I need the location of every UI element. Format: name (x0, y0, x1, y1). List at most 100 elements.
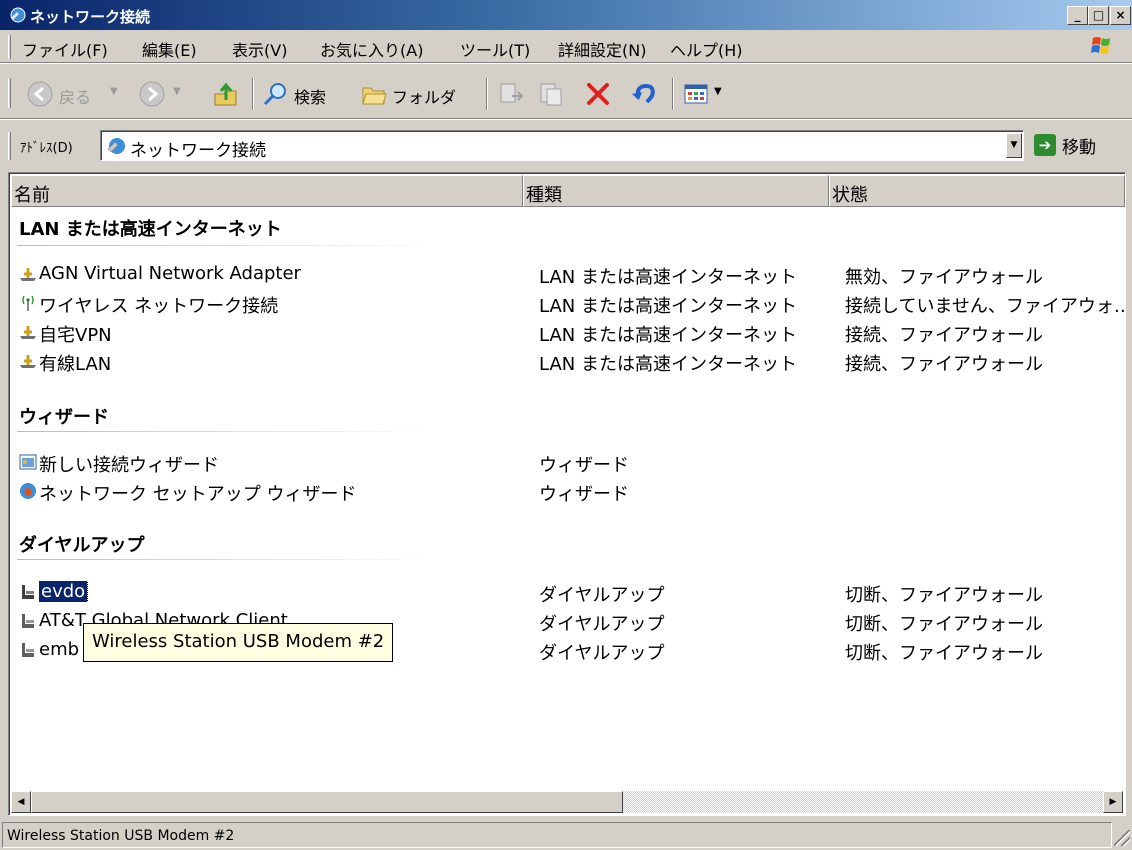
connection-type: LAN または高速インターネット (539, 296, 797, 317)
undo-icon (632, 83, 655, 104)
status-text: Wireless Station USB Modem #2 (2, 822, 1112, 848)
dialup-icon (22, 614, 34, 628)
folders-icon (362, 87, 387, 105)
wireless-icon (22, 295, 34, 311)
connection-row-wired-lan[interactable]: 有線LAN LAN または高速インターネット 接続、ファイアウォール (17, 347, 1123, 376)
column-header-type[interactable]: 種類 (523, 175, 829, 207)
network-globe-icon (10, 7, 26, 23)
connection-row-evdo[interactable]: evdo ダイヤルアップ 切断、ファイアウォール (17, 578, 1123, 607)
go-label: 移動 (1062, 138, 1096, 158)
connection-state: 切断、ファイアウォール (845, 585, 1043, 606)
lan-icon (20, 268, 36, 281)
menu-bar: ファイル(F) 編集(E) 表示(V) お気に入り(A) ツール(T) 詳細設定… (0, 30, 1132, 62)
menu-advanced[interactable]: 詳細設定(N) (558, 37, 646, 61)
undo-button[interactable] (630, 80, 660, 110)
address-label: ｱﾄﾞﾚｽ(D) (20, 141, 73, 156)
go-arrow-icon: ➔ (1034, 134, 1056, 156)
group-divider (17, 431, 437, 432)
back-button[interactable]: 戻る ▼ (26, 80, 146, 110)
forward-dropdown-icon[interactable]: ▼ (173, 86, 181, 97)
menu-bar-grip[interactable] (8, 35, 11, 59)
delete-button[interactable] (584, 80, 614, 110)
menu-file[interactable]: ファイル(F) (22, 37, 108, 61)
network-globe-icon (107, 138, 125, 154)
views-button[interactable]: ▼ (682, 80, 734, 110)
toolbar-grip[interactable] (8, 78, 11, 108)
window-title: ネットワーク接続 (30, 8, 151, 26)
wizard-row-new-connection[interactable]: 新しい接続ウィザード ウィザード (17, 448, 1123, 477)
group-header-lan[interactable]: LAN または高速インターネット (19, 215, 282, 241)
tooltip: Wireless Station USB Modem #2 (83, 623, 394, 662)
wizard-row-network-setup[interactable]: ネットワーク セットアップ ウィザード ウィザード (17, 477, 1123, 506)
horizontal-scrollbar[interactable]: ◀ ▶ (11, 791, 1123, 813)
connection-name: evdo (39, 581, 529, 602)
menu-help[interactable]: ヘルプ(H) (670, 37, 743, 61)
wizard-name: ネットワーク セットアップ ウィザード (39, 484, 357, 505)
copy-to-button[interactable] (538, 80, 568, 110)
selected-item-label: evdo (39, 581, 89, 602)
toolbar-separator (252, 78, 254, 110)
close-button[interactable]: × (1110, 6, 1131, 25)
connection-type: LAN または高速インターネット (539, 267, 797, 288)
scroll-left-button[interactable]: ◀ (11, 791, 31, 813)
lan-icon (20, 326, 36, 339)
connection-state: 切断、ファイアウォール (845, 614, 1043, 635)
address-bar-grip[interactable] (8, 132, 11, 160)
scroll-thumb[interactable] (31, 791, 623, 813)
connection-state: 無効、ファイアウォール (845, 267, 1043, 288)
column-header-name[interactable]: 名前 (11, 175, 523, 207)
menu-tools[interactable]: ツール(T) (460, 37, 530, 61)
connection-row-agn[interactable]: AGN Virtual Network Adapter LAN または高速インタ… (17, 260, 1123, 289)
search-button[interactable]: 検索 (262, 80, 354, 110)
connection-type: ダイヤルアップ (539, 643, 665, 664)
windows-logo-icon (1091, 37, 1110, 54)
connection-row-home-vpn[interactable]: 自宅VPN LAN または高速インターネット 接続、ファイアウォール (17, 318, 1123, 347)
minimize-button[interactable]: _ (1067, 6, 1088, 25)
connection-type: LAN または高速インターネット (539, 354, 797, 375)
address-dropdown-button[interactable]: ▼ (1006, 133, 1022, 158)
wizard-name: 新しい接続ウィザード (39, 455, 219, 476)
connection-row-wireless[interactable]: ワイヤレス ネットワーク接続 LAN または高速インターネット 接続していません… (17, 289, 1125, 318)
wizard-type: ウィザード (539, 455, 629, 476)
connection-state: 接続、ファイアウォール (845, 354, 1043, 375)
go-button[interactable]: ➔ 移動 (1032, 130, 1132, 160)
connection-state: 切断、ファイアウォール (845, 643, 1043, 664)
connection-name: 自宅VPN (39, 325, 112, 346)
dialup-icon (22, 585, 34, 599)
lan-icon (20, 355, 36, 368)
connection-name: AGN Virtual Network Adapter (39, 263, 301, 284)
up-folder-icon (214, 82, 237, 106)
connection-state: 接続していません、ファイアウォ… (845, 296, 1125, 317)
forward-button[interactable]: ▼ (138, 80, 188, 110)
resize-grip[interactable] (1114, 830, 1130, 846)
menu-edit[interactable]: 編集(E) (142, 37, 197, 61)
address-input[interactable]: ネットワーク接続 (100, 130, 1024, 161)
connection-type: ダイヤルアップ (539, 585, 665, 606)
connection-type: LAN または高速インターネット (539, 325, 797, 346)
group-header-dialup[interactable]: ダイヤルアップ (19, 531, 144, 557)
back-label: 戻る (59, 88, 92, 107)
move-to-icon (500, 83, 524, 103)
views-dropdown-icon[interactable]: ▼ (714, 86, 722, 97)
title-bar[interactable]: ネットワーク接続 _ □ × (0, 0, 1132, 30)
status-bar: Wireless Station USB Modem #2 (0, 820, 1132, 850)
up-folder-button[interactable] (212, 80, 242, 110)
dialup-icon (22, 643, 34, 657)
group-divider (17, 559, 437, 560)
address-value: ネットワーク接続 (130, 141, 266, 161)
back-dropdown-icon[interactable]: ▼ (110, 86, 118, 97)
views-icon (684, 84, 708, 104)
back-arrow-icon (27, 81, 53, 107)
maximize-button[interactable]: □ (1088, 6, 1109, 25)
menu-view[interactable]: 表示(V) (232, 37, 287, 61)
connection-state: 接続、ファイアウォール (845, 325, 1043, 346)
scroll-right-button[interactable]: ▶ (1103, 791, 1123, 813)
home-network-icon (20, 483, 36, 499)
menu-favorites[interactable]: お気に入り(A) (320, 37, 423, 61)
address-bar: ｱﾄﾞﾚｽ(D) ネットワーク接続 ▼ ➔ 移動 (0, 120, 1132, 170)
connections-list[interactable]: 名前 種類 状態 LAN または高速インターネット AGN Virtual Ne… (8, 172, 1126, 816)
column-header-state[interactable]: 状態 (829, 175, 1125, 207)
move-to-button[interactable] (498, 80, 528, 110)
group-header-wizard[interactable]: ウィザード (19, 403, 109, 429)
folders-button[interactable]: フォルダ (360, 80, 480, 110)
